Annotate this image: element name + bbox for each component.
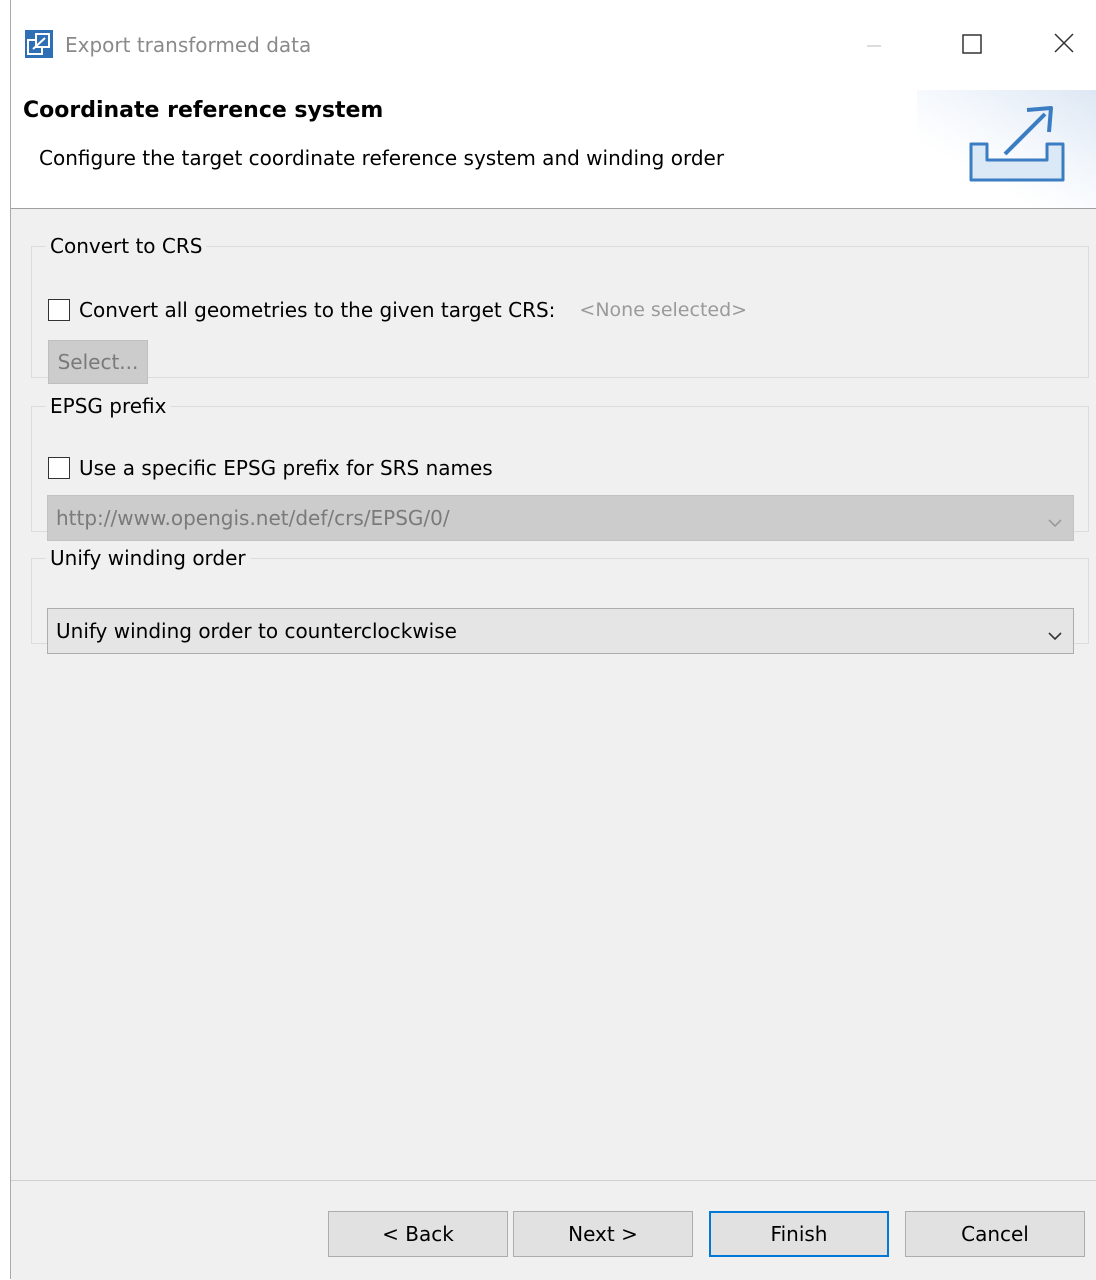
finish-button[interactable]: Finish bbox=[709, 1211, 889, 1257]
title-bar: Export transformed data bbox=[11, 0, 1096, 90]
page-description: Configure the target coordinate referenc… bbox=[39, 146, 725, 170]
export-app-icon bbox=[25, 30, 53, 58]
convert-crs-checkbox[interactable] bbox=[48, 299, 70, 321]
convert-crs-group: Convert to CRS Convert all geometries to… bbox=[31, 234, 1089, 384]
winding-order-group: Unify winding order Unify winding order … bbox=[31, 546, 1089, 654]
cancel-button[interactable]: Cancel bbox=[905, 1211, 1085, 1257]
epsg-prefix-legend: EPSG prefix bbox=[50, 394, 167, 418]
epsg-prefix-checkbox-row[interactable]: Use a specific EPSG prefix for SRS names bbox=[48, 456, 493, 480]
page-title: Coordinate reference system bbox=[23, 98, 384, 123]
window-title: Export transformed data bbox=[65, 33, 312, 57]
minimize-icon[interactable] bbox=[851, 22, 897, 68]
convert-crs-checkbox-label[interactable]: Convert all geometries to the given targ… bbox=[79, 298, 555, 322]
export-wizard-window: Export transformed data Coordinate refer… bbox=[10, 0, 1096, 1280]
epsg-prefix-checkbox[interactable] bbox=[48, 457, 70, 479]
epsg-prefix-checkbox-label[interactable]: Use a specific EPSG prefix for SRS names bbox=[79, 456, 493, 480]
export-wizard-icon bbox=[965, 104, 1069, 186]
convert-crs-legend: Convert to CRS bbox=[50, 234, 203, 258]
wizard-footer: < Back Next > Finish Cancel bbox=[11, 1180, 1096, 1280]
winding-order-legend: Unify winding order bbox=[50, 546, 246, 570]
close-icon[interactable] bbox=[1041, 22, 1087, 68]
next-button[interactable]: Next > bbox=[513, 1211, 693, 1257]
chevron-down-icon bbox=[1047, 511, 1063, 528]
selected-crs-value: <None selected> bbox=[579, 299, 748, 321]
epsg-prefix-value: http://www.opengis.net/def/crs/EPSG/0/ bbox=[56, 506, 450, 530]
winding-order-combo[interactable]: Unify winding order to counterclockwise bbox=[47, 608, 1074, 654]
maximize-icon[interactable] bbox=[949, 22, 995, 68]
epsg-prefix-group: EPSG prefix Use a specific EPSG prefix f… bbox=[31, 394, 1089, 541]
wizard-header: Coordinate reference system Configure th… bbox=[11, 90, 1096, 209]
chevron-down-icon bbox=[1047, 624, 1063, 641]
winding-order-value: Unify winding order to counterclockwise bbox=[56, 619, 457, 643]
select-crs-button[interactable]: Select... bbox=[48, 340, 148, 384]
convert-crs-checkbox-row[interactable]: Convert all geometries to the given targ… bbox=[48, 298, 747, 322]
epsg-prefix-combo[interactable]: http://www.opengis.net/def/crs/EPSG/0/ bbox=[47, 495, 1074, 541]
back-button[interactable]: < Back bbox=[328, 1211, 508, 1257]
